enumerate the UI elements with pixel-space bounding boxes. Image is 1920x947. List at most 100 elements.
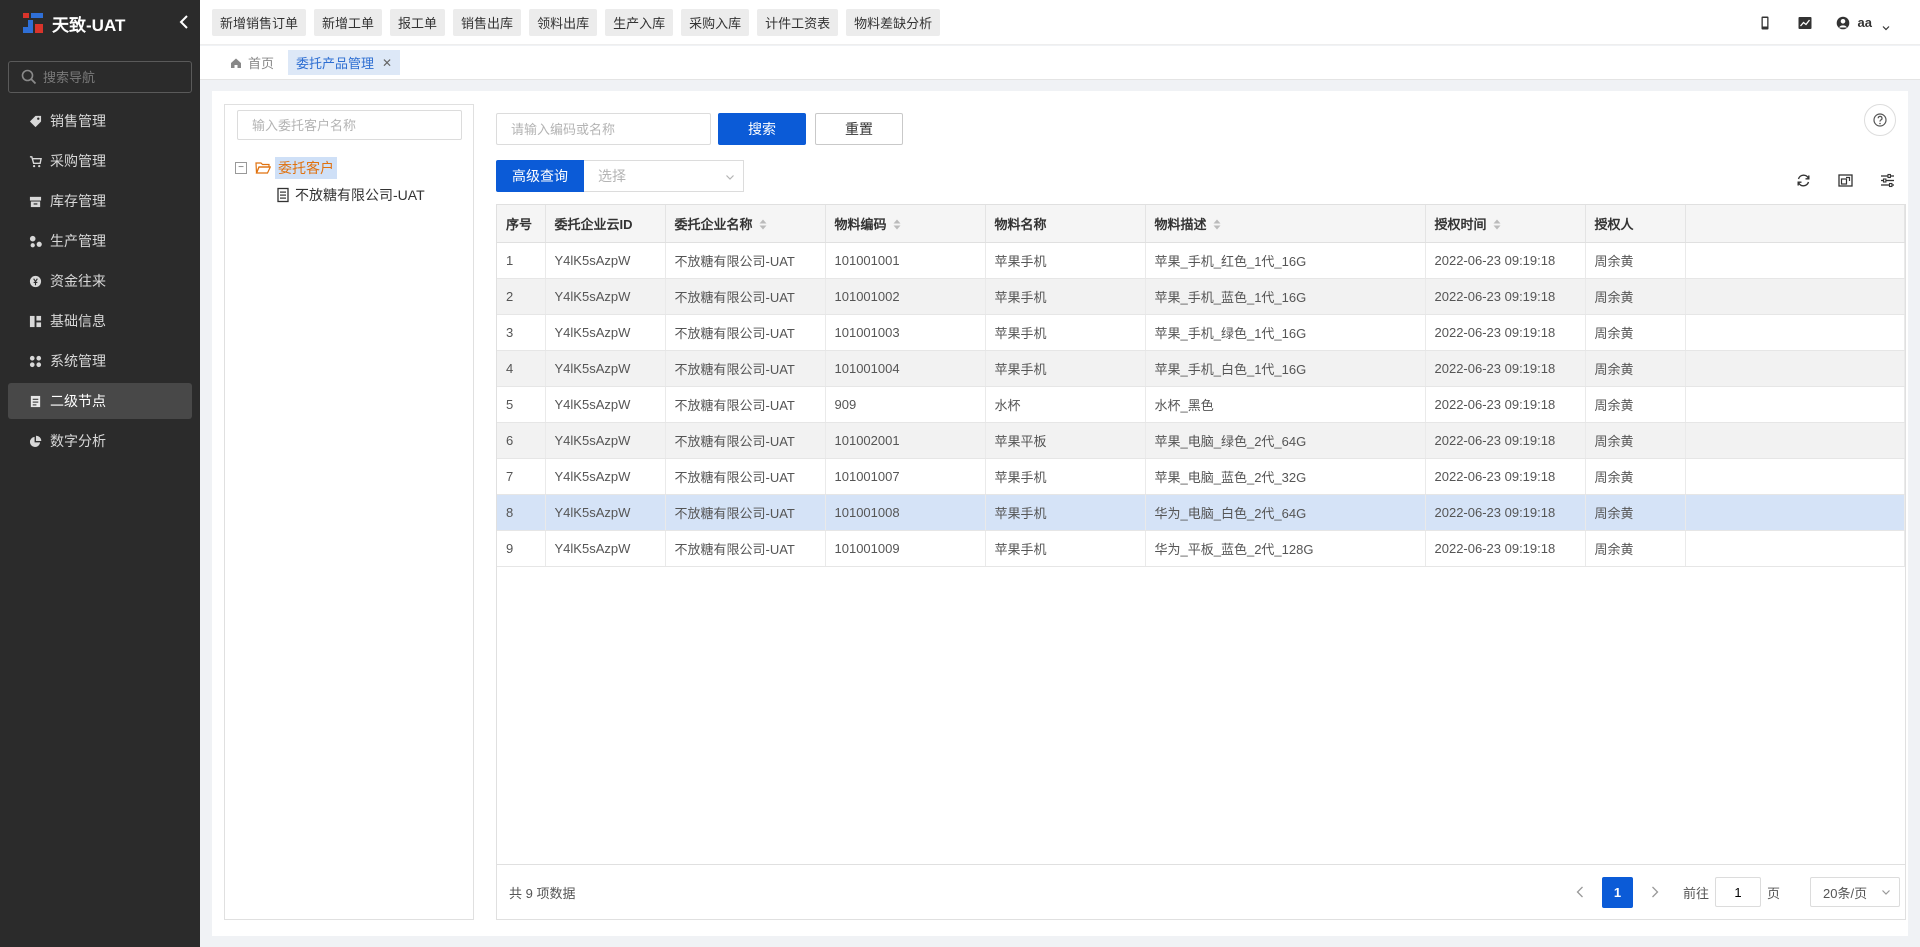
cell-index: 5 (497, 386, 546, 423)
advanced-query-select[interactable]: 选择 (584, 160, 744, 192)
reset-button[interactable]: 重置 (815, 113, 903, 145)
close-icon[interactable]: ✕ (382, 56, 392, 70)
sort-icon[interactable] (1493, 219, 1501, 230)
table-header-row: 序号 委托企业云ID 委托企业名称 物料编码 物料名称 物料描述 授权时间 授权… (497, 205, 1905, 243)
table-row[interactable]: 9 Y4lK5sAzpW 不放糖有限公司-UAT 101001009 苹果手机 华为_平板… (497, 530, 1905, 567)
quick-purchase-inbound-button[interactable]: 采购入库 (681, 8, 750, 36)
sidebar-item-finance[interactable]: 资金往来 (8, 263, 192, 299)
page-button-current[interactable]: 1 (1601, 876, 1633, 908)
cell-tenant-id: Y4lK5sAzpW (545, 494, 666, 531)
sidebar-item-label: 系统管理 (50, 353, 106, 369)
cell-material-code: 101001009 (825, 530, 986, 567)
quick-sales-outbound-button[interactable]: 销售出库 (453, 8, 522, 36)
advanced-query-button[interactable]: 高级查询 (496, 160, 584, 192)
cell-tenant-id: Y4lK5sAzpW (545, 422, 666, 459)
settings-icon (28, 354, 42, 368)
app-logo-icon (20, 10, 46, 36)
sidebar-item-secondary-node[interactable]: 二级节点 (8, 383, 192, 419)
sidebar-item-analytics[interactable]: 数字分析 (8, 423, 192, 459)
table-row[interactable]: 6 Y4lK5sAzpW 不放糖有限公司-UAT 101002001 苹果平板 苹果_电脑… (497, 422, 1905, 459)
cell-auth-user: 周余黄 (1585, 242, 1686, 279)
tree-child-node[interactable]: 不放糖有限公司-UAT (275, 185, 425, 205)
cell-tenant-name: 不放糖有限公司-UAT (665, 242, 826, 279)
column-header-auth-time[interactable]: 授权时间 (1425, 205, 1586, 243)
code-search-input[interactable] (496, 113, 711, 145)
export-icon[interactable] (1836, 171, 1854, 189)
sidebar-item-label: 生产管理 (50, 233, 106, 249)
tree-collapse-toggle[interactable]: − (235, 162, 247, 174)
cell-material-desc: 苹果_手机_红色_1代_16G (1145, 242, 1426, 279)
goto-label: 前往 (1682, 885, 1709, 901)
sort-icon[interactable] (1213, 219, 1221, 230)
table-tools (1770, 171, 1896, 189)
cell-tenant-name: 不放糖有限公司-UAT (665, 422, 826, 459)
quick-piecework-wage-button[interactable]: 计件工资表 (757, 8, 839, 36)
tab-home[interactable]: 首页 (222, 50, 282, 75)
table-row[interactable]: 5 Y4lK5sAzpW 不放糖有限公司-UAT 909 水杯 水杯_黑色 2022-06-… (497, 386, 1905, 423)
chevron-right-icon[interactable] (1645, 882, 1665, 902)
sidebar-item-basic-info[interactable]: 基础信息 (8, 303, 192, 339)
column-header-material-name: 物料名称 (985, 205, 1146, 243)
sidebar-item-production[interactable]: 生产管理 (8, 223, 192, 259)
chevron-left-icon[interactable] (174, 12, 194, 32)
chevron-down-icon (725, 172, 735, 182)
production-icon (28, 234, 42, 248)
page-size-select[interactable]: 20条/页 (1810, 877, 1900, 907)
chevron-left-icon[interactable] (1570, 882, 1590, 902)
nav-search[interactable] (8, 61, 192, 93)
quick-material-shortage-button[interactable]: 物料差缺分析 (846, 8, 941, 36)
search-button[interactable]: 搜索 (718, 113, 806, 145)
sort-icon[interactable] (759, 219, 767, 230)
table-row[interactable]: 4 Y4lK5sAzpW 不放糖有限公司-UAT 101001004 苹果手机 苹果_手机… (497, 350, 1905, 387)
cell-material-name: 苹果手机 (985, 530, 1146, 567)
tab-consigned-products[interactable]: 委托产品管理 ✕ (288, 50, 401, 75)
quick-work-report-button[interactable]: 报工单 (390, 8, 446, 36)
cell-auth-time: 2022-06-23 09:19:18 (1425, 278, 1586, 315)
quick-material-outbound-button[interactable]: 领料出库 (529, 8, 598, 36)
goto-page-input[interactable] (1714, 877, 1761, 907)
column-settings-icon[interactable] (1878, 171, 1896, 189)
sort-icon[interactable] (893, 219, 901, 230)
sidebar-item-system[interactable]: 系统管理 (8, 343, 192, 379)
sidebar-item-purchase[interactable]: 采购管理 (8, 143, 192, 179)
tree-search-input[interactable] (237, 110, 462, 140)
money-icon (28, 274, 42, 288)
refresh-icon[interactable] (1794, 171, 1812, 189)
help-icon[interactable] (1864, 104, 1896, 136)
quick-new-sales-order-button[interactable]: 新增销售订单 (212, 8, 307, 36)
cell-material-code: 101002001 (825, 422, 986, 459)
quick-new-work-order-button[interactable]: 新增工单 (314, 8, 383, 36)
nav-search-input[interactable] (43, 69, 173, 85)
mobile-icon[interactable] (1756, 14, 1774, 32)
cell-auth-time: 2022-06-23 09:19:18 (1425, 422, 1586, 459)
table-row-selected[interactable]: 8 Y4lK5sAzpW 不放糖有限公司-UAT 101001008 苹果手机 华为_电脑… (497, 494, 1905, 531)
table-row[interactable]: 7 Y4lK5sAzpW 不放糖有限公司-UAT 101001007 苹果手机 苹果_电脑… (497, 458, 1905, 495)
dashboard-icon[interactable] (1796, 14, 1814, 32)
cart-icon (28, 154, 42, 168)
cell-material-desc: 苹果_电脑_绿色_2代_64G (1145, 422, 1426, 459)
sidebar-item-label: 数字分析 (50, 433, 106, 449)
cell-auth-user: 周余黄 (1585, 386, 1686, 423)
cell-tenant-name: 不放糖有限公司-UAT (665, 386, 826, 423)
cell-auth-user: 周余黄 (1585, 422, 1686, 459)
table-row[interactable]: 1 Y4lK5sAzpW 不放糖有限公司-UAT 101001001 苹果手机 苹果_手机… (497, 242, 1905, 279)
sidebar-item-label: 采购管理 (50, 153, 106, 169)
cell-tenant-id: Y4lK5sAzpW (545, 350, 666, 387)
column-header-material-desc[interactable]: 物料描述 (1145, 205, 1426, 243)
column-header-tenant-name[interactable]: 委托企业名称 (665, 205, 826, 243)
user-avatar-icon (1834, 14, 1852, 32)
cell-index: 1 (497, 242, 546, 279)
sidebar-item-sales[interactable]: 销售管理 (8, 103, 192, 139)
tree-root-node[interactable]: − 委托客户 (235, 157, 337, 179)
cell-material-code: 101001004 (825, 350, 986, 387)
page-size-value: 20条/页 (1823, 885, 1868, 901)
cell-auth-time: 2022-06-23 09:19:18 (1425, 242, 1586, 279)
table-row[interactable]: 2 Y4lK5sAzpW 不放糖有限公司-UAT 101001002 苹果手机 苹果_手机… (497, 278, 1905, 315)
cell-index: 4 (497, 350, 546, 387)
sidebar-item-inventory[interactable]: 库存管理 (8, 183, 192, 219)
column-header-material-code[interactable]: 物料编码 (825, 205, 986, 243)
table-row[interactable]: 3 Y4lK5sAzpW 不放糖有限公司-UAT 101001003 苹果手机 苹果_手机… (497, 314, 1905, 351)
cell-material-name: 苹果平板 (985, 422, 1146, 459)
quick-production-inbound-button[interactable]: 生产入库 (605, 8, 674, 36)
user-menu[interactable]: aa (1834, 14, 1890, 32)
